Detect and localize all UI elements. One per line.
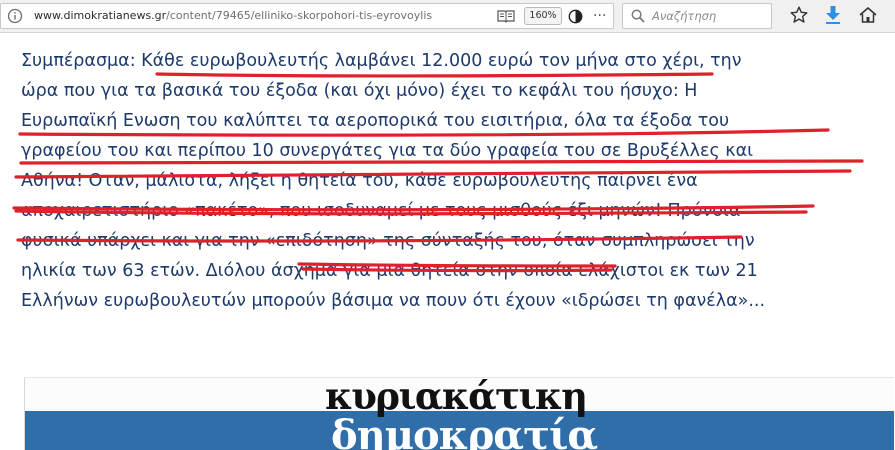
- home-icon[interactable]: [858, 5, 878, 25]
- paragraph-line: ώρα που για τα βασικά του έξοδα (και όχι…: [21, 81, 698, 101]
- url-path: /content/79465/elliniko-skorpohori-tis-e…: [166, 9, 433, 22]
- page-icon[interactable]: [7, 8, 23, 24]
- newspaper-logo-line2: δημοκρατία: [331, 412, 598, 450]
- paragraph-line: αποχαιρετιστήριο «πακέτο», που ισοδυναμε…: [21, 201, 741, 221]
- paragraph-line: Ευρωπαϊκή Ενωση του καλύπτει τα αεροπορι…: [21, 111, 730, 131]
- address-bar[interactable]: www.dimokratianews.gr/content/79465/elli…: [0, 3, 614, 29]
- paragraph-line: Συμπέρασμα: Κάθε ευρωβουλευτής λαμβάνει …: [21, 51, 742, 71]
- reader-view-icon[interactable]: [497, 8, 515, 24]
- search-placeholder: Αναζήτηση: [652, 9, 717, 23]
- newspaper-banner[interactable]: κυριακάτικη δημοκρατία: [24, 377, 894, 450]
- article-content: Συμπέρασμα: Κάθε ευρωβουλευτής λαμβάνει …: [0, 33, 895, 450]
- paragraph-line: Ελλήνων ευρωβουλευτών μπορούν βάσιμα να …: [21, 291, 766, 311]
- zoom-level-button[interactable]: 160%: [524, 7, 562, 25]
- article-paragraph: Συμπέρασμα: Κάθε ευρωβουλευτής λαμβάνει …: [21, 46, 895, 316]
- paragraph-line: φυσικά υπάρχει και για την «επιδότηση» τ…: [21, 231, 755, 251]
- browser-toolbar: www.dimokratianews.gr/content/79465/elli…: [0, 0, 895, 33]
- bookmark-star-icon[interactable]: [790, 6, 808, 24]
- download-icon[interactable]: [825, 5, 841, 25]
- url-domain: www.dimokratianews.gr: [34, 9, 167, 22]
- search-bar[interactable]: Αναζήτηση: [622, 3, 772, 29]
- url-text[interactable]: www.dimokratianews.gr/content/79465/elli…: [34, 9, 432, 22]
- paragraph-line: Αθήνα! Οταν, μάλιστα, λήξει η θητεία του…: [21, 171, 698, 191]
- paragraph-line: ηλικία των 63 ετών. Διόλου άσχημα για μι…: [21, 261, 758, 281]
- contrast-icon[interactable]: [568, 9, 583, 24]
- search-icon: [631, 9, 645, 23]
- page-actions-icon[interactable]: ···: [593, 9, 609, 24]
- paragraph-line: γραφείου του και περίπου 10 συνεργάτες γ…: [21, 141, 754, 161]
